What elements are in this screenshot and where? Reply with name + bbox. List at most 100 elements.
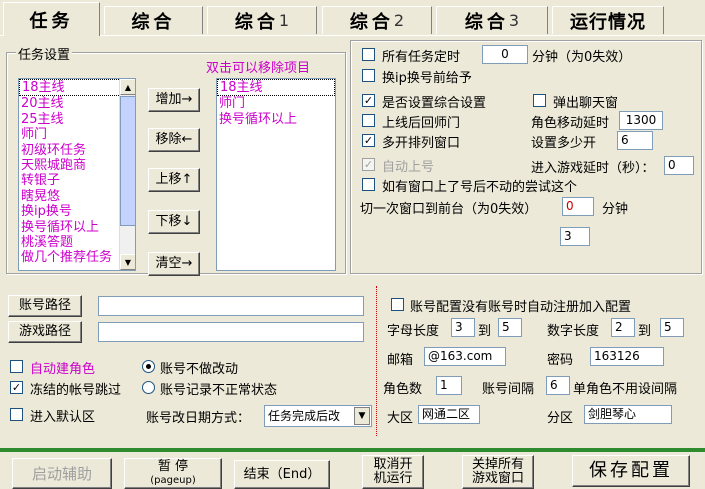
popup-chat-checkbox[interactable] <box>533 94 546 107</box>
password-input[interactable]: 163126 <box>590 347 664 366</box>
list-item[interactable]: 18主线 <box>217 79 335 97</box>
enter-default-checkbox[interactable] <box>10 408 23 421</box>
all-task-timer-unit: 分钟（为0失效） <box>532 50 632 65</box>
list-item[interactable]: 师门 <box>19 127 135 142</box>
tab-general-1[interactable]: 综合 1 <box>207 6 317 34</box>
save-config-button[interactable]: 保存配置 <box>572 455 690 487</box>
date-method-select[interactable]: 任务完成后改 ▼ <box>264 405 372 427</box>
tab-task[interactable]: 任务 <box>3 2 100 36</box>
letter-min-input[interactable]: 3 <box>451 318 475 337</box>
date-method-value: 任务完成后改 <box>268 409 341 423</box>
tab-bar: 任务 综合 综合 1 综合 2 综合 3 运行情况 <box>0 0 705 36</box>
list-item[interactable]: 18主线 <box>19 79 135 97</box>
password-label: 密码 <box>547 353 574 368</box>
list-item[interactable]: 天熙城跑商 <box>19 158 135 173</box>
list-item[interactable]: 初级环任务 <box>19 143 135 158</box>
use-general-checkbox[interactable]: ✓ <box>362 94 375 107</box>
add-button[interactable]: 增加→ <box>148 88 200 112</box>
tab-label: 综合 <box>464 11 509 33</box>
auto-create-checkbox[interactable] <box>10 360 23 373</box>
game-delay-input[interactable]: 0 <box>664 156 694 175</box>
role-count-input[interactable]: 1 <box>436 376 462 395</box>
close-all-games-button[interactable]: 关掉所有 游戏窗口 <box>462 455 534 489</box>
list-item[interactable]: 换号循环以上 <box>19 220 135 235</box>
selected-task-list[interactable]: 18主线 师门 换号循环以上 <box>216 78 336 271</box>
give-before-switch-checkbox[interactable] <box>362 69 375 82</box>
role-count-label: 角色数 <box>383 382 423 397</box>
account-gap-label: 账号间隔 <box>482 382 535 397</box>
start-assist-button[interactable]: 启动辅助 <box>12 458 112 489</box>
move-up-button[interactable]: 上移↑ <box>148 168 200 192</box>
tab-number: 3 <box>508 11 520 30</box>
return-master-checkbox[interactable] <box>362 114 375 127</box>
move-down-button[interactable]: 下移↓ <box>148 210 200 234</box>
server-label: 分区 <box>547 411 574 426</box>
extra-value-input[interactable]: 3 <box>560 227 590 246</box>
list-item[interactable]: 20主线 <box>19 96 135 111</box>
all-task-timer-checkbox[interactable] <box>362 48 375 61</box>
account-path-input[interactable] <box>98 296 364 316</box>
tab-label: 综合 <box>234 11 279 33</box>
use-general-label: 是否设置综合设置 <box>382 96 487 111</box>
tab-number: 2 <box>393 11 405 30</box>
pause-button[interactable]: 暂 停 (pageup) <box>124 458 222 489</box>
to-label: 到 <box>478 324 492 339</box>
email-input[interactable]: @163.com <box>424 347 506 366</box>
enter-default-label: 进入默认区 <box>30 410 96 425</box>
tab-number: 1 <box>278 11 290 30</box>
digit-max-input[interactable]: 5 <box>660 318 684 337</box>
account-path-button[interactable]: 账号路径 <box>8 295 82 317</box>
game-path-input[interactable] <box>98 322 364 342</box>
available-task-list[interactable]: 18主线 20主线 25主线 师门 初级环任务 天熙城跑商 转银子 瞎晃悠 换ip换号 换号循环以… <box>18 78 136 271</box>
multi-count-input[interactable]: 6 <box>617 131 653 150</box>
log-abnormal-radio[interactable] <box>142 381 155 394</box>
no-change-radio[interactable] <box>142 360 155 373</box>
scroll-thumb[interactable] <box>120 96 135 226</box>
auto-online-label: 自动上号 <box>382 160 435 175</box>
clear-button[interactable]: 清空→ <box>148 252 200 276</box>
list-item[interactable]: 换号循环以上 <box>217 112 335 127</box>
retry-window-checkbox[interactable] <box>362 178 375 191</box>
tab-general-2[interactable]: 综合 2 <box>322 6 432 34</box>
skip-frozen-checkbox[interactable]: ✓ <box>10 381 23 394</box>
list-item[interactable]: 瞎晃悠 <box>19 189 135 204</box>
digit-min-input[interactable]: 2 <box>611 318 635 337</box>
game-path-button[interactable]: 游戏路径 <box>8 321 82 343</box>
list-item[interactable]: 师门 <box>217 96 335 111</box>
scroll-down-arrow-icon[interactable]: ▼ <box>120 254 135 270</box>
list-item[interactable]: 做几个推荐任务 <box>19 250 135 265</box>
retry-window-label: 如有窗口上了号后不动的尝试这个 <box>382 180 578 195</box>
list-item[interactable]: 25主线 <box>19 112 135 127</box>
pause-hotkey-label: (pageup) <box>150 474 196 486</box>
server-input[interactable]: 剑胆琴心 <box>584 405 672 424</box>
auto-online-checkbox[interactable]: ✓ <box>362 158 375 171</box>
move-delay-input[interactable]: 1300 <box>619 111 663 130</box>
tab-general[interactable]: 综合 <box>104 6 203 34</box>
region-input[interactable]: 网通二区 <box>418 405 480 424</box>
cancel-autostart-button[interactable]: 取消开 机运行 <box>362 455 424 489</box>
remove-button[interactable]: 移除← <box>148 128 200 152</box>
scroll-up-arrow-icon[interactable]: ▲ <box>120 79 135 95</box>
multi-window-label: 多开排列窗口 <box>382 136 461 151</box>
auto-register-checkbox[interactable] <box>391 298 404 311</box>
cancel-line1: 取消开 <box>373 457 413 472</box>
list-item[interactable]: 换ip换号 <box>19 204 135 219</box>
list-scrollbar[interactable]: ▲ ▼ <box>119 79 135 270</box>
multi-window-checkbox[interactable]: ✓ <box>362 134 375 147</box>
chevron-down-icon[interactable]: ▼ <box>354 407 370 425</box>
tab-run-status[interactable]: 运行情况 <box>552 6 664 34</box>
all-task-timer-input[interactable]: 0 <box>482 45 528 64</box>
digit-length-label: 数字长度 <box>547 324 600 339</box>
letter-max-input[interactable]: 5 <box>498 318 522 337</box>
tab-general-3[interactable]: 综合 3 <box>436 6 548 34</box>
end-button[interactable]: 结束（End） <box>234 460 330 489</box>
list-item[interactable]: 转银子 <box>19 173 135 188</box>
list-item[interactable]: 桃溪答题 <box>19 235 135 250</box>
no-change-label: 账号不做改动 <box>160 362 239 377</box>
to-label: 到 <box>638 324 652 339</box>
tab-label: 任务 <box>29 10 74 32</box>
give-before-switch-label: 换ip换号前给予 <box>382 71 472 86</box>
front-switch-input[interactable]: 0 <box>562 197 594 216</box>
auto-register-label: 账号配置没有账号时自动注册加入配置 <box>410 300 632 315</box>
account-gap-input[interactable]: 6 <box>546 376 570 395</box>
